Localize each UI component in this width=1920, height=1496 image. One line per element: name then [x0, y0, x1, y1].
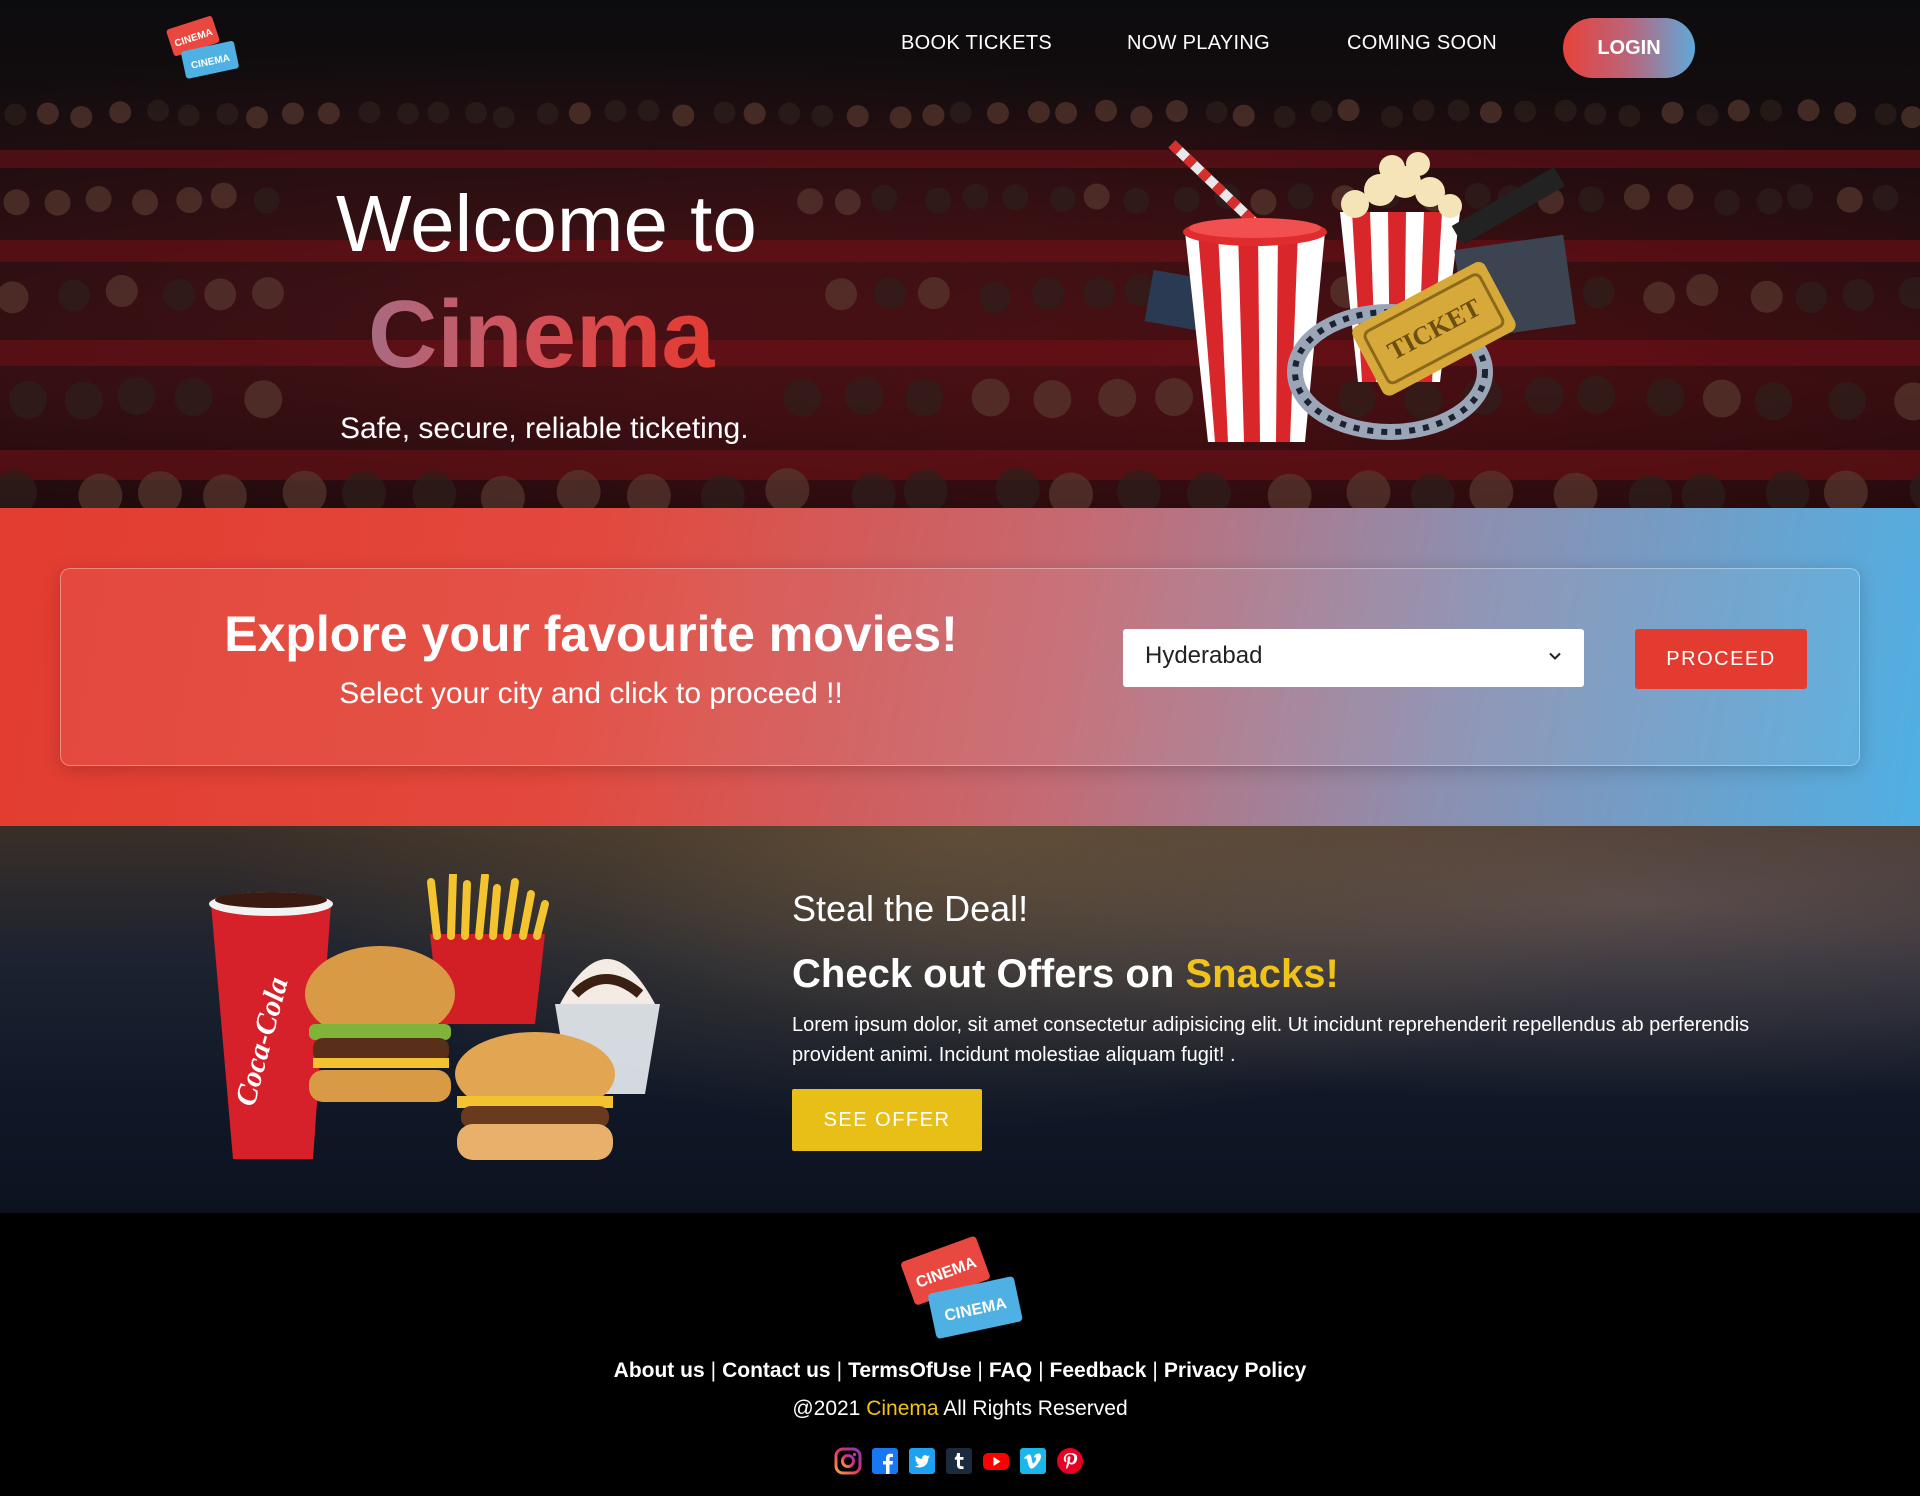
hero-brand-text: Cinema	[368, 281, 715, 388]
footer-link-separator: |	[977, 1359, 983, 1382]
deal-title-highlight: Snacks!	[1185, 952, 1339, 996]
city-select[interactable]: Hyderabad	[1123, 629, 1584, 687]
nav-coming-soon[interactable]: COMING SOON	[1347, 32, 1497, 55]
deal-pretitle: Steal the Deal!	[792, 888, 1029, 929]
hero-section: CINEMA CINEMA BOOK TICKETS NOW PLAYING C…	[0, 0, 1920, 508]
footer-link-feedback[interactable]: Feedback	[1050, 1359, 1147, 1382]
footer-links: About us | Contact us | TermsOfUse | FAQ | Feedb…	[0, 1359, 1920, 1383]
nav-book-tickets[interactable]: BOOK TICKETS	[901, 32, 1052, 55]
footer-link-separator: |	[1152, 1359, 1158, 1382]
footer-link-contact[interactable]: Contact us	[722, 1359, 831, 1382]
city-select-value: Hyderabad	[1145, 642, 1263, 669]
login-button[interactable]: LOGIN	[1563, 18, 1695, 78]
snack-combo-illustration: Coca-Cola	[209, 874, 660, 1160]
hero-welcome-text: Welcome to	[336, 179, 757, 268]
proceed-button[interactable]: PROCEED	[1635, 629, 1807, 689]
explore-subtitle: Select your city and click to proceed !!	[339, 677, 843, 710]
facebook-icon[interactable]	[871, 1447, 899, 1475]
tumblr-icon[interactable]	[945, 1447, 973, 1475]
deal-title-prefix: Check out Offers on	[792, 952, 1186, 996]
footer-link-separator: |	[836, 1359, 843, 1382]
nav-now-playing[interactable]: NOW PLAYING	[1127, 32, 1270, 55]
copyright-suffix: All Rights Reserved	[938, 1397, 1128, 1420]
footer-link-separator: |	[710, 1359, 717, 1382]
social-links	[834, 1447, 1084, 1475]
footer-link-separator: |	[1038, 1359, 1044, 1382]
pinterest-icon[interactable]	[1056, 1447, 1084, 1475]
deal-description: Lorem ipsum dolor, sit amet consectetur …	[792, 1014, 1750, 1066]
copyright-brand: Cinema	[866, 1397, 939, 1420]
footer-link-faq[interactable]: FAQ	[989, 1359, 1032, 1382]
see-offer-button[interactable]: SEE OFFER	[792, 1089, 982, 1151]
hero-tagline: Safe, secure, reliable ticketing.	[340, 412, 749, 445]
explore-card: Explore your favourite movies! Select yo…	[60, 568, 1860, 766]
vimeo-icon[interactable]	[1019, 1447, 1047, 1475]
footer-cinema-logo[interactable]: CINEMA CINEMA	[897, 1233, 1025, 1343]
footer-link-about[interactable]: About us	[614, 1359, 705, 1382]
snack-offer-section: Coca-Cola Steal the Deal! Check out Offe…	[0, 826, 1920, 1213]
copyright-text: @2021 Cinema All Rights Reserved	[0, 1397, 1920, 1421]
explore-section: Explore your favourite movies! Select yo…	[0, 508, 1920, 826]
footer-link-terms[interactable]: TermsOfUse	[848, 1359, 971, 1382]
explore-title: Explore your favourite movies!	[224, 606, 958, 662]
site-footer: CINEMA CINEMA About us | Contact us | TermsO…	[0, 1213, 1920, 1496]
chevron-down-icon	[1549, 652, 1561, 660]
twitter-icon[interactable]	[908, 1447, 936, 1475]
deal-title: Check out Offers on Snacks!	[792, 952, 1339, 997]
copyright-prefix: @2021	[792, 1397, 867, 1420]
youtube-icon[interactable]	[982, 1447, 1010, 1475]
footer-link-privacy[interactable]: Privacy Policy	[1164, 1359, 1306, 1382]
popcorn-drink-ticket-illustration: TICKET	[1144, 140, 1576, 442]
instagram-icon[interactable]	[834, 1447, 862, 1475]
